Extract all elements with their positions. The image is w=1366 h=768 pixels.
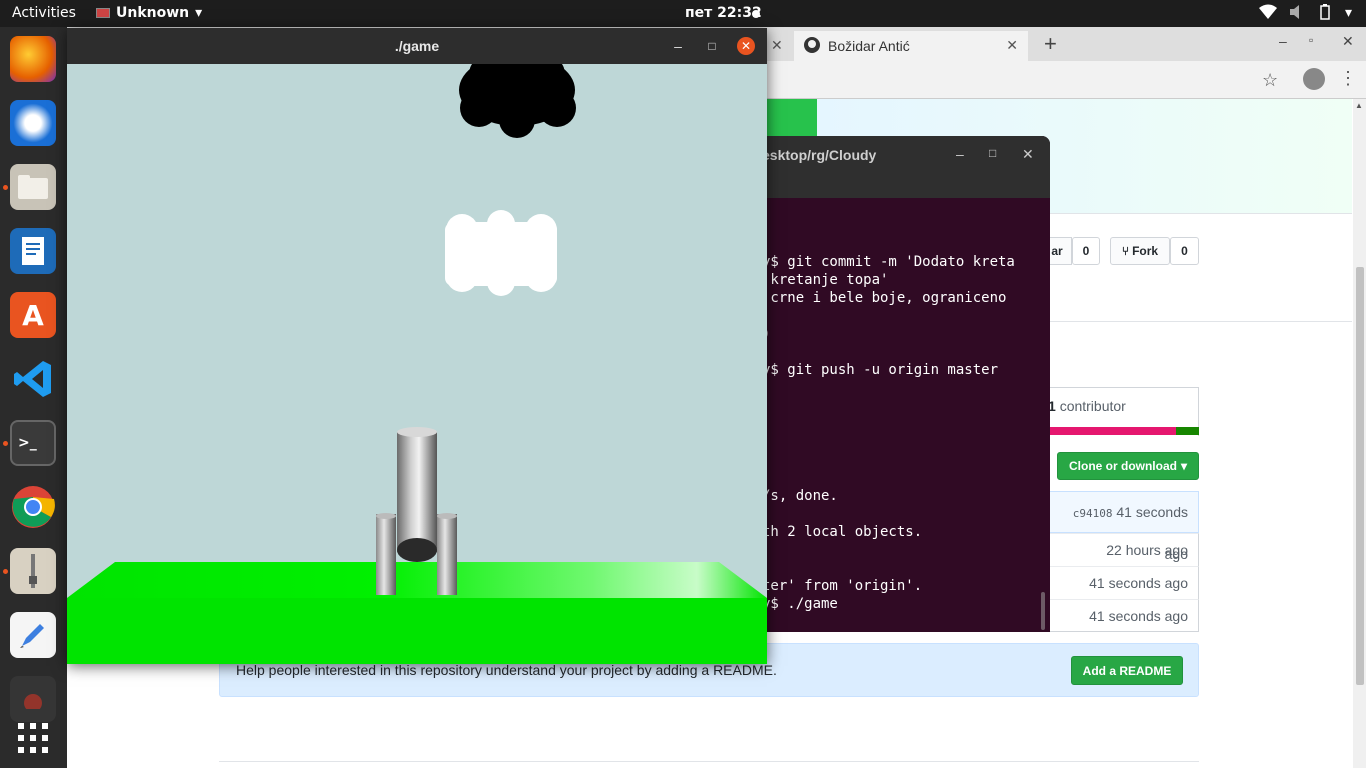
scroll-up-icon[interactable]: ▲	[1355, 101, 1363, 110]
app-flag-icon	[96, 8, 110, 18]
maximize-icon[interactable]: ▫	[1309, 33, 1313, 47]
chevron-down-icon: ▾	[1180, 459, 1188, 473]
language-bar-primary	[1048, 427, 1176, 435]
game-scene[interactable]	[67, 64, 767, 664]
minimize-icon[interactable]: –	[1279, 33, 1287, 49]
terminal-line: ter' from 'origin'.	[762, 578, 923, 594]
notification-dot-icon	[752, 10, 760, 18]
running-indicator	[3, 441, 8, 446]
app-menu[interactable]: Unknown ▾	[96, 5, 202, 21]
volume-icon	[1289, 4, 1305, 23]
close-icon[interactable]: ✕	[1342, 33, 1354, 50]
terminal-output[interactable]: y$ git commit -m 'Dodato kreta kretanje …	[740, 198, 1050, 632]
green-banner	[767, 99, 817, 139]
system-tray[interactable]: ▾	[1258, 4, 1352, 23]
terminal-line: crne i bele boje, ograniceno	[762, 290, 1007, 306]
fork-count-label: 0	[1181, 244, 1188, 258]
wifi-icon	[1258, 4, 1277, 23]
readme-prompt-text: Help people interested in this repositor…	[236, 662, 777, 678]
scrollbar-thumb[interactable]	[1356, 267, 1364, 685]
star-label: ar	[1051, 244, 1063, 258]
tab-bozidar-antic[interactable]: Božidar Antić ✕	[794, 31, 1028, 61]
running-indicator	[3, 569, 8, 574]
divider	[219, 761, 1199, 762]
firefox-icon[interactable]	[10, 36, 56, 82]
minimize-icon[interactable]: –	[669, 37, 687, 55]
terminal-icon[interactable]: >_	[10, 420, 56, 466]
show-applications-icon[interactable]	[10, 715, 56, 761]
contributors-label: contributor	[1059, 398, 1126, 414]
fork-icon: ⑂	[1121, 244, 1130, 258]
battery-icon	[1317, 4, 1333, 23]
minimize-icon[interactable]: –	[956, 146, 964, 162]
extension-icon[interactable]	[1303, 68, 1325, 90]
chevron-down-icon: ▾	[195, 5, 203, 21]
add-readme-button[interactable]: Add a README	[1071, 656, 1183, 685]
file-row: 22 hours ago	[1048, 533, 1199, 566]
file-row: 41 seconds ago	[1048, 599, 1199, 632]
top-bar: Activities Unknown ▾ пет 22:32 ▾	[0, 0, 1366, 27]
star-count[interactable]: 0	[1072, 237, 1100, 265]
scrollbar-track[interactable]: ▲	[1353, 99, 1366, 768]
activities-button[interactable]: Activities	[12, 5, 76, 21]
terminal-window: esktop/rg/Cloudy – □ ✕ y$ git commit -m …	[740, 136, 1050, 632]
app-menu-label: Unknown	[116, 5, 190, 21]
terminal-titlebar[interactable]: esktop/rg/Cloudy – □ ✕	[740, 136, 1050, 198]
new-tab-button[interactable]: +	[1044, 31, 1057, 57]
file-row-time: 41 seconds ago	[1089, 575, 1188, 591]
commit-hash[interactable]: c94108	[1073, 507, 1113, 520]
fork-label: Fork	[1132, 244, 1159, 258]
clone-download-label: Clone or download	[1068, 459, 1177, 473]
close-icon[interactable]: ✕	[1006, 37, 1018, 54]
black-cloud	[459, 64, 576, 138]
terminal-title: esktop/rg/Cloudy	[762, 147, 877, 163]
file-row: 41 seconds ago	[1048, 566, 1199, 599]
white-cloud	[445, 210, 557, 296]
close-icon[interactable]: ✕	[771, 37, 783, 54]
clone-download-button[interactable]: Clone or download ▾	[1057, 452, 1199, 480]
game-titlebar[interactable]: ./game – □ ✕	[67, 28, 767, 64]
file-row-time: 41 seconds ago	[1089, 608, 1188, 624]
latest-commit-bar: c94108 41 seconds ago	[1048, 491, 1199, 562]
maximize-icon[interactable]: □	[989, 146, 996, 160]
star-icon[interactable]: ☆	[1262, 70, 1278, 91]
archive-manager-icon[interactable]	[10, 548, 56, 594]
menu-icon[interactable]: ⋮	[1339, 68, 1357, 89]
dock: A >_	[0, 27, 67, 768]
fork-count[interactable]: 0	[1170, 237, 1199, 265]
terminal-line: kretanje topa'	[762, 272, 889, 288]
clock[interactable]: пет 22:32	[685, 5, 762, 21]
scrollbar-thumb[interactable]	[1041, 592, 1045, 630]
ground	[67, 562, 767, 664]
close-icon[interactable]: ✕	[1022, 146, 1034, 163]
running-indicator	[3, 185, 8, 190]
vscode-icon[interactable]	[10, 356, 56, 402]
terminal-line: /s, done.	[762, 488, 838, 504]
thunderbird-icon[interactable]	[10, 100, 56, 146]
chrome-icon[interactable]	[10, 484, 56, 530]
tab-label: Božidar Antić	[828, 38, 910, 54]
software-center-icon[interactable]: A	[10, 292, 56, 338]
github-icon	[804, 36, 820, 56]
game-window: ./game – □ ✕	[67, 28, 767, 664]
game-title: ./game	[394, 38, 440, 54]
close-icon[interactable]: ✕	[737, 37, 755, 55]
terminal-line: th 2 local objects.	[762, 524, 923, 540]
files-icon[interactable]	[10, 164, 56, 210]
file-row-time: 22 hours ago	[1106, 542, 1188, 558]
terminal-line: y$ git commit -m 'Dodato kreta	[762, 254, 1015, 270]
terminal-line: y$ git push -u origin master	[762, 362, 999, 378]
writer-icon[interactable]	[10, 228, 56, 274]
language-bar-secondary	[1176, 427, 1199, 435]
fork-button[interactable]: ⑂ Fork	[1110, 237, 1170, 265]
add-readme-label: Add a README	[1082, 663, 1172, 678]
star-count-label: 0	[1082, 244, 1090, 258]
text-editor-icon[interactable]	[10, 612, 56, 658]
maximize-icon[interactable]: □	[703, 37, 721, 55]
chevron-down-icon: ▾	[1344, 4, 1352, 20]
terminal-line: y$ ./game	[762, 596, 838, 612]
game-canvas	[67, 64, 767, 664]
